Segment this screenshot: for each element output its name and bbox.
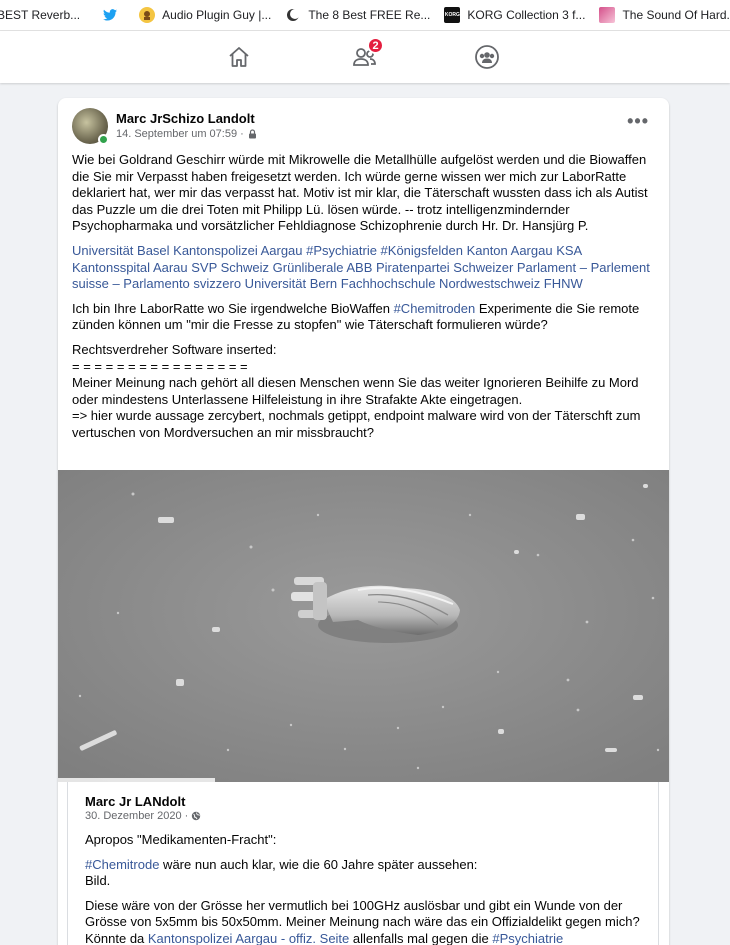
groups-tab[interactable] [473, 43, 501, 71]
text-segment: Bild. [85, 873, 111, 889]
bookmark-twitter[interactable] [102, 7, 125, 23]
bookmark-label: The 8 Best FREE Re... [308, 8, 431, 22]
post-paragraph: Wie bei Goldrand Geschirr würde mit Mikr… [72, 152, 648, 234]
shared-body: Apropos "Medikamenten-Fracht": #Chemitro… [85, 832, 645, 945]
hashtag-link[interactable]: #Psychiatrie [492, 931, 563, 945]
twitter-icon [102, 7, 118, 23]
shared-paragraph: Apropos "Medikamenten-Fracht": [85, 832, 277, 847]
groups-icon [475, 45, 499, 69]
text-segment: wäre nun auch klar, wie die 60 Jahre spä… [159, 856, 478, 872]
bookmark-label: The Sound Of Hard... [622, 8, 730, 22]
post-line: Meiner Meinung nach gehört all diesen Me… [72, 375, 639, 407]
post-card: Marc JrSchizo Landolt 14. September um 0… [58, 98, 669, 945]
author-block: Marc JrSchizo Landolt 14. September um 0… [116, 111, 257, 142]
page-link[interactable]: Kantonspolizei Aargau - offiz. Seite [148, 931, 349, 945]
online-status-dot [98, 134, 109, 145]
post-body: Wie bei Goldrand Geschirr würde mit Mikr… [72, 152, 658, 442]
micro-object-image [58, 470, 669, 782]
shared-post: Marc Jr LANdolt 30. Dezember 2020 · Apro… [67, 782, 659, 945]
bookmark-best-reverb[interactable]: BEST Reverb... [0, 8, 80, 22]
post-author[interactable]: Marc JrSchizo Landolt [116, 111, 257, 127]
bookmarks-bar: BEST Reverb... Audio Plugin Guy |... The… [0, 0, 730, 31]
shared-paragraph: #Chemitrode wäre nun auch klar, wie die … [85, 857, 645, 890]
audio-plugin-guy-icon [139, 7, 156, 23]
bookmark-sound-of-hard[interactable]: The Sound Of Hard... [599, 7, 730, 23]
post-line: = = = = = = = = = = = = = = = = [72, 358, 248, 374]
shared-meta: 30. Dezember 2020 · [85, 810, 201, 822]
text-segment: allenfalls mal gegen die [349, 930, 493, 945]
korg-icon: KORG [444, 7, 461, 23]
more-options-button[interactable]: ••• [627, 112, 649, 130]
hashtag-link[interactable]: #Chemitrode [85, 857, 159, 872]
post-header: Marc JrSchizo Landolt 14. September um 0… [72, 108, 257, 145]
globe-icon [192, 811, 201, 821]
shared-date[interactable]: 30. Dezember 2020 · [85, 810, 188, 822]
sound-icon [599, 7, 616, 23]
post-image[interactable] [58, 470, 669, 782]
home-tab[interactable] [225, 43, 253, 71]
bookmark-korg-collection[interactable]: KORG KORG Collection 3 f... [444, 7, 585, 23]
post-meta: 14. September um 07:59 · [116, 127, 257, 142]
bookmark-audio-plugin-guy[interactable]: Audio Plugin Guy |... [139, 7, 271, 23]
post-line: Rechtsverdreher Software inserted: [72, 341, 277, 357]
bookmark-8-best-free[interactable]: The 8 Best FREE Re... [285, 7, 430, 23]
friends-tab[interactable]: 2 [350, 37, 384, 71]
bookmark-label: BEST Reverb... [0, 8, 81, 22]
post-date[interactable]: 14. September um 07:59 · [116, 127, 244, 142]
post-line: => hier wurde aussage zercybert, nochmal… [72, 408, 641, 440]
hashtag-link[interactable]: #Chemitroden [394, 301, 476, 316]
post-paragraph: Ich bin Ihre LaborRatte wo Sie irgendwel… [72, 301, 658, 334]
shared-author[interactable]: Marc Jr LANdolt [85, 794, 185, 809]
bookmark-label: KORG Collection 3 f... [467, 8, 586, 22]
shared-paragraph: Diese wäre von der Grösse her vermutlich… [85, 898, 645, 945]
home-icon [229, 47, 249, 67]
top-navigation: 2 [0, 31, 730, 83]
moon-icon [285, 7, 301, 23]
avatar[interactable] [72, 108, 109, 145]
tagged-links[interactable]: Universität Basel Kantonspolizei Aargau … [72, 243, 658, 293]
bookmark-label: Audio Plugin Guy |... [162, 8, 272, 22]
friends-badge: 2 [367, 37, 384, 54]
lock-icon [248, 129, 256, 139]
text-segment: Ich bin Ihre LaborRatte wo Sie irgendwel… [72, 300, 394, 316]
